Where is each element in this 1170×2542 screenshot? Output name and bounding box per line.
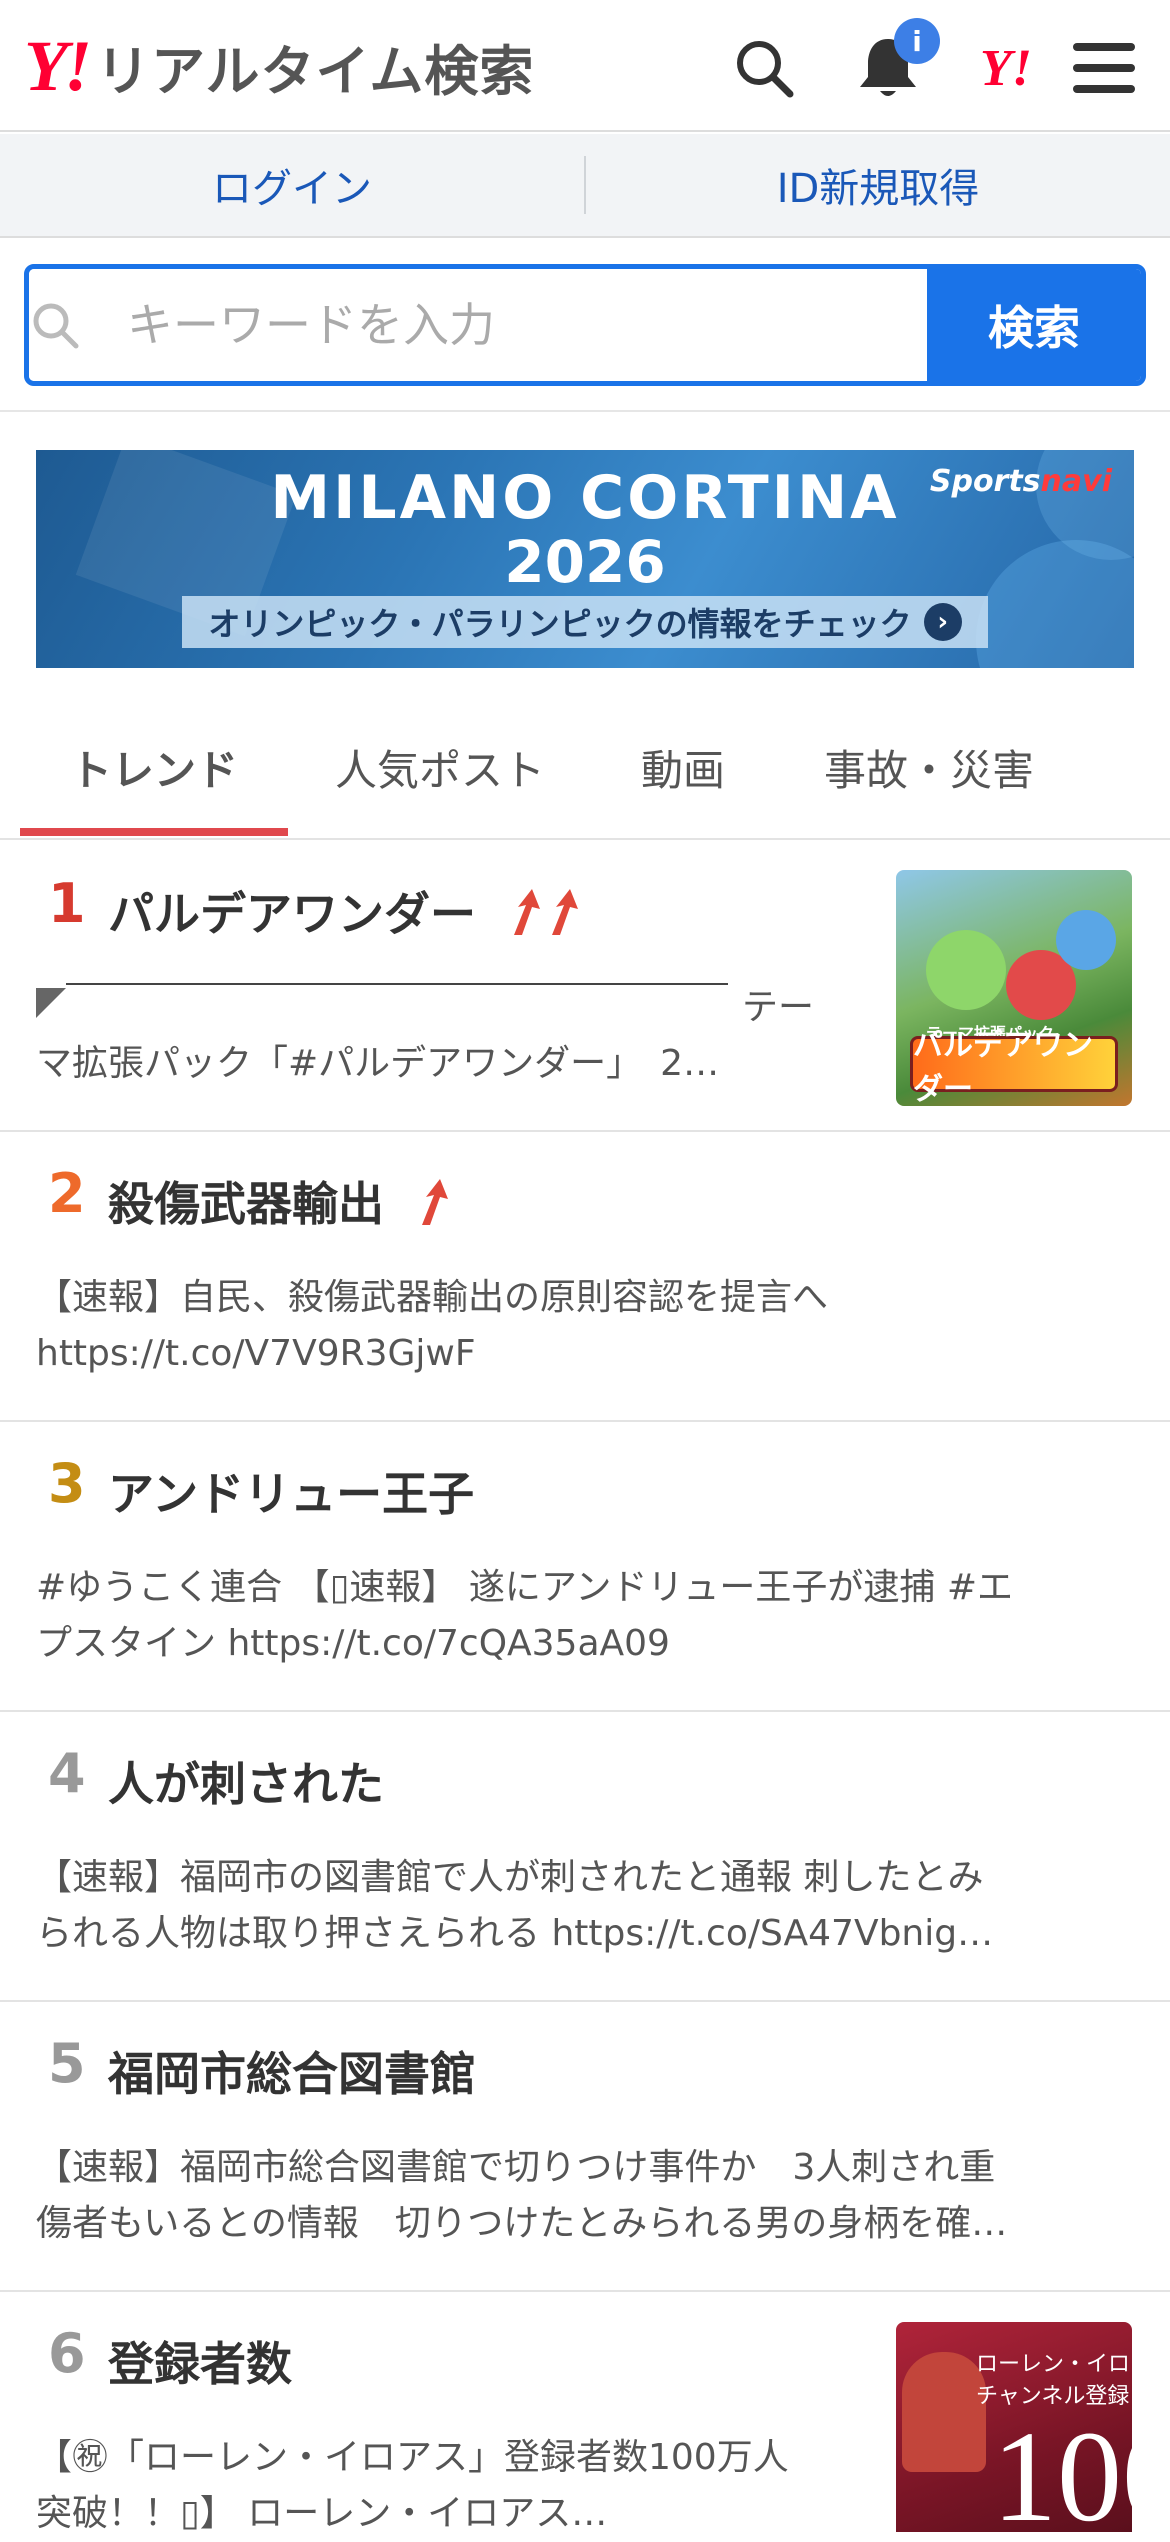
trend-item[interactable]: 3 アンドリュー王子 #ゆうこく連合 【▯速報】 遂にアンドリュー王子が逮捕 #…: [0, 1422, 1170, 1712]
trend-item[interactable]: 2 殺傷武器輸出 【速報】自民、殺傷武器輸出の原則容認を提言へ https://…: [0, 1132, 1170, 1422]
trend-rank: 6: [48, 2322, 86, 2385]
trend-thumbnail[interactable]: テーマ拡張パック パルデアワンダー: [896, 870, 1132, 1106]
trend-description-line: 【速報】福岡市の図書館で人が刺されたと通報 刺したとみ: [36, 1857, 984, 1898]
trend-description-line: 突破！！▯】 ローレン・イロアス…: [36, 2493, 608, 2534]
search-field-icon: [29, 269, 103, 381]
banner-cta: オリンピック・パラリンピックの情報をチェック ›: [182, 596, 988, 648]
thumbnail-art: [926, 930, 1006, 1010]
search-field: [29, 269, 927, 381]
notification-bell-icon[interactable]: i: [848, 18, 940, 108]
signup-link[interactable]: ID新規取得: [586, 134, 1170, 236]
logo-text: リアルタイム検索: [96, 39, 535, 103]
trend-rank: 2: [48, 1162, 86, 1225]
tab-videos[interactable]: 動画: [592, 696, 774, 838]
trend-title: 人が刺された: [108, 1748, 384, 1814]
trend-rank: 1: [48, 872, 86, 935]
yahoo-logo-mark: Y!: [24, 25, 92, 106]
login-link[interactable]: ログイン: [0, 134, 584, 236]
thumbnail-caption: ローレン・イロ チャンネル登録: [976, 2352, 1131, 2409]
trend-title-text: 登録者数: [108, 2337, 292, 2391]
trend-description-line: テー: [742, 987, 815, 1028]
search-input[interactable]: [127, 298, 927, 352]
trend-description-line: 【速報】自民、殺傷武器輸出の原則容認を提言へ: [36, 1277, 829, 1318]
thumbnail-title: 100: [992, 2405, 1132, 2532]
trend-description-line: 【㊗「ローレン・イロアス」登録者数100万人: [36, 2437, 789, 2478]
account-bar: ログイン ID新規取得: [0, 134, 1170, 238]
trend-title: パルデアワンダー: [108, 878, 588, 948]
yahoo-home-link[interactable]: Y!: [966, 28, 1046, 108]
trend-description-line: 傷者もいるとの情報 切りつけたとみられる男の身柄を確…: [36, 2203, 1008, 2244]
trend-item[interactable]: 5 福岡市総合図書館 【速報】福岡市総合図書館で切りつけ事件か 3人刺され重 傷…: [0, 2002, 1170, 2292]
trend-description-line: 【速報】福岡市総合図書館で切りつけ事件か 3人刺され重: [36, 2147, 996, 2188]
tab-accidents-disasters[interactable]: 事故・災害: [794, 696, 1064, 838]
trend-description-line: プスタイン https://t.co/7cQA35aA09: [36, 1623, 670, 1664]
notification-badge: i: [894, 18, 940, 64]
active-tab-indicator: [20, 828, 288, 836]
search-form: 検索: [24, 264, 1146, 386]
trend-rank: 3: [48, 1452, 86, 1515]
menu-icon[interactable]: [1064, 28, 1144, 108]
trend-title: 殺傷武器輸出: [108, 1168, 456, 1238]
trend-description-line: #ゆうこく連合 【▯速報】 遂にアンドリュー王子が逮捕 #エ: [36, 1567, 1014, 1608]
trend-description-line: マ拡張パック「#パルデアワンダー」 2…: [36, 1043, 720, 1084]
trend-item[interactable]: 4 人が刺された 【速報】福岡市の図書館で人が刺されたと通報 刺したとみ られる…: [0, 1712, 1170, 2002]
chevron-right-icon: ›: [923, 603, 962, 641]
rising-fast-arrow-icon: [504, 887, 588, 948]
trend-title-text: 殺傷武器輸出: [108, 1177, 384, 1231]
olympics-banner[interactable]: Sportsnavi MILANO CORTINA 2026 オリンピック・パラ…: [36, 450, 1134, 668]
section-divider: [0, 410, 1170, 412]
thumbnail-title: パルデアワンダー: [910, 1028, 1118, 1106]
trend-media-placeholder: [36, 982, 730, 1022]
trend-title: 福岡市総合図書館: [108, 2038, 476, 2104]
banner-cta-text: オリンピック・パラリンピックの情報をチェック: [208, 605, 912, 643]
trend-title-text: 福岡市総合図書館: [108, 2047, 476, 2101]
trend-title: 登録者数: [108, 2328, 292, 2394]
banner-year: 2026: [504, 528, 666, 596]
trend-thumbnail[interactable]: ローレン・イロ チャンネル登録 100: [896, 2322, 1132, 2532]
trend-description-line: https://t.co/V7V9R3GjwF: [36, 1333, 476, 1374]
tab-trend[interactable]: トレンド: [20, 696, 288, 838]
yahoo-mark: Y!: [980, 39, 1032, 97]
thumbnail-art: [902, 2352, 986, 2472]
banner-title: MILANO CORTINA: [270, 463, 900, 533]
tab-popular-posts[interactable]: 人気ポスト: [308, 696, 572, 838]
trend-title-text: 人が刺された: [108, 1757, 384, 1811]
trend-title-text: パルデアワンダー: [108, 887, 476, 941]
trend-title: アンドリュー王子: [108, 1458, 474, 1524]
trend-item[interactable]: 1 パルデアワンダー テー マ拡張パック「#パルデアワンダー」 2… テーマ拡張…: [0, 842, 1170, 1132]
yahoo-realtime-logo[interactable]: Y! リアルタイム検索: [24, 26, 535, 106]
search-icon[interactable]: [724, 28, 804, 108]
trend-item[interactable]: 6 登録者数 【㊗「ローレン・イロアス」登録者数100万人 突破！！▯】 ローレ…: [0, 2292, 1170, 2534]
category-tabs: トレンド 人気ポスト 動画 事故・災害: [0, 696, 1170, 840]
trend-title-text: アンドリュー王子: [108, 1467, 475, 1521]
thumbnail-art: [1056, 910, 1116, 970]
rising-arrow-icon: [412, 1177, 456, 1238]
trend-rank: 5: [48, 2032, 86, 2095]
trend-rank: 4: [48, 1742, 86, 1805]
search-button[interactable]: 検索: [927, 269, 1141, 381]
trend-description-line: られる人物は取り押さえられる https://t.co/SA47Vbnig…: [36, 1913, 994, 1954]
app-header: Y! リアルタイム検索 i Y!: [0, 0, 1170, 132]
